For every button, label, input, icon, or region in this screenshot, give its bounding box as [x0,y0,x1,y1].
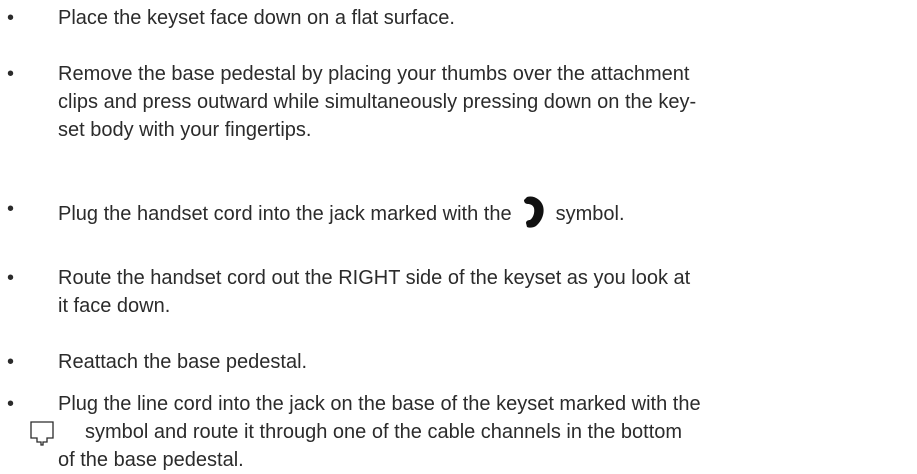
text-line: symbol and route it through one of the c… [30,418,908,446]
bullet: • [7,267,15,289]
text-line: Plug the line cord into the jack on the … [58,393,701,415]
handset-icon [523,196,544,228]
text-line: set body with your fingertips. [58,119,312,141]
text-line: Route the handset cord out the RIGHT sid… [58,267,691,289]
item-text-reattach: Reattach the base pedestal. [58,351,308,373]
text-line: clips and press outward while simultaneo… [58,91,697,113]
text-line: it face down. [58,295,171,317]
phone-jack-icon [30,421,54,446]
text-before-icon: Plug the handset cord into the jack mark… [58,203,512,225]
text-after-jack-icon: symbol and route it through one of the c… [85,421,683,443]
item-text-remove-pedestal: Remove the base pedestal by placing your… [58,60,908,144]
bullet: • [7,393,15,415]
text-line: Remove the base pedestal by placing your… [58,63,690,85]
item-text-place-face-down: Place the keyset face down on a flat sur… [58,7,455,29]
bullet: • [7,7,15,29]
item-text-route-cord: Route the handset cord out the RIGHT sid… [58,264,908,320]
text-line: of the base pedestal. [58,449,244,471]
bullet: • [7,63,15,85]
instruction-page: • Place the keyset face down on a flat s… [0,0,917,474]
item-text-plug-handset: Plug the handset cord into the jack mark… [58,195,908,229]
item-text-plug-line-cord: Plug the line cord into the jack on the … [30,390,908,474]
text-after-icon: symbol. [555,203,625,225]
bullet: • [7,198,15,220]
bullet: • [7,351,15,373]
